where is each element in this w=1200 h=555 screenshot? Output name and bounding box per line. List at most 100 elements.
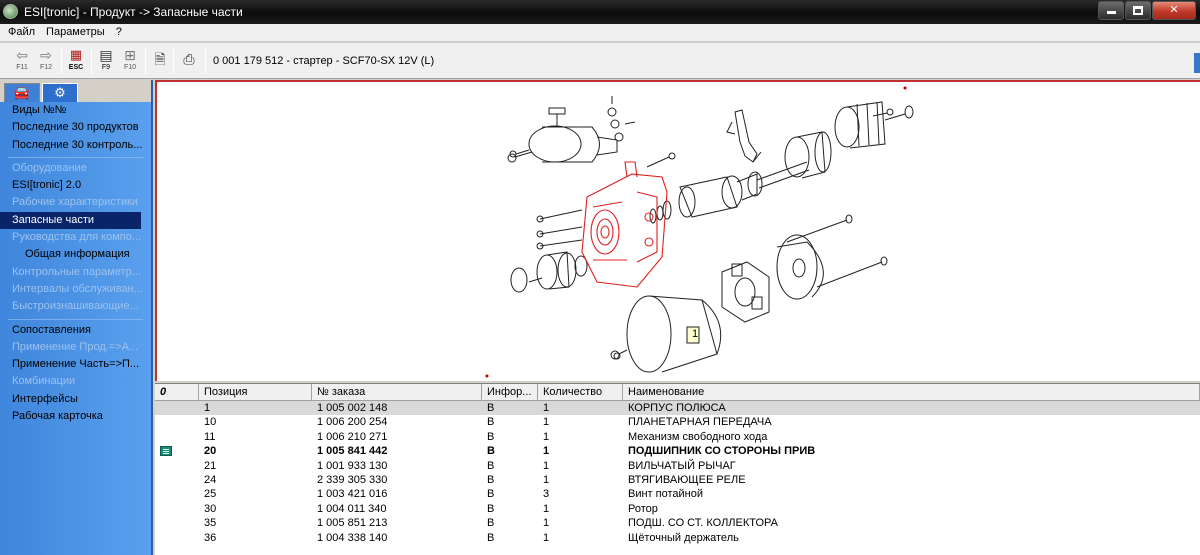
column-header-quantity[interactable]: Количество [538,384,623,400]
callout-markers [509,108,894,360]
table-row[interactable]: 1 1 005 002 148 B 1 КОРПУС ПОЛЮСА [155,401,1200,416]
window-title: ESI[tronic] - Продукт -> Запасные части [24,5,243,19]
cell-quantity: 1 [543,445,550,458]
housing-screws-part[interactable] [536,209,583,250]
marker-dot [903,86,907,90]
sidebar-item: Оборудование [12,161,87,174]
print-button[interactable]: ⎙ [177,46,201,76]
minimize-button[interactable] [1098,1,1124,20]
cell-order-number: 1 005 002 148 [317,402,388,414]
cell-position: 20 [204,445,217,458]
cell-info: B [487,402,495,414]
menu-file[interactable]: Файл [4,24,42,41]
esc-icon: ▦ [69,47,83,62]
column-header-sort[interactable]: 0 [155,384,199,400]
sidebar-item: Быстроизнашивающие... [12,300,139,313]
table-row[interactable]: 35 1 005 851 213 B 1 ПОДШ. СО СТ. КОЛЛЕКТОРА [155,516,1200,530]
brush-holder-part[interactable] [721,261,770,323]
cell-name: Механизм свободного хода [628,430,768,443]
drive-end-bearing-highlight[interactable] [581,161,668,288]
sidebar-item[interactable]: Последние 30 продуктов [0,119,151,136]
commutator-end-housing-part[interactable] [776,234,824,300]
spacer-rings-part[interactable] [649,200,672,224]
table-row[interactable]: 24 2 339 305 330 B 1 ВТЯГИВАЮЩЕЕ РЕЛЕ [155,473,1200,487]
cell-name: КОРПУС ПОЛЮСА [628,402,726,414]
cell-name: Ротор [628,502,658,515]
sidebar-item[interactable]: Интерфейсы [0,391,151,408]
fork-lever-part[interactable] [726,109,762,163]
ring-gear-part[interactable] [784,131,832,179]
tab-component[interactable]: ⚙ [42,83,78,102]
menu-help[interactable]: ? [112,24,129,41]
pole-housing-part[interactable] [610,295,722,373]
cell-order-number: 1 003 421 016 [317,488,388,501]
cell-quantity: 1 [543,502,550,515]
table-row[interactable]: 25 1 003 421 016 B 3 Винт потайной [155,487,1200,501]
parts-table: 0 Позиция № заказа Инфор... Количество Н… [155,383,1200,555]
arrow-left-icon: ⇦ [16,47,28,63]
cell-info: B [487,531,495,544]
column-header-position[interactable]: Позиция [199,384,312,400]
forward-button[interactable]: ⇨ F12 [34,46,58,76]
cell-position: 11 [204,430,216,443]
sidebar-item[interactable]: Общая информация [0,246,151,263]
cell-quantity: 1 [543,430,550,443]
arrow-right-icon: ⇨ [40,47,52,63]
back-button[interactable]: ⇦ F11 [10,46,34,76]
table-row[interactable]: 21 1 001 933 130 B 1 ВИЛЬЧАТЫЙ РЫЧАГ [155,459,1200,473]
menu-parameters[interactable]: Параметры [42,24,112,41]
cell-position: 25 [204,488,217,501]
sidebar-item[interactable]: Сопоставления [0,322,151,339]
esc-key-label: ESC [68,64,84,71]
cell-marker [155,531,199,545]
cell-name: ПОДШИПНИК СО СТОРОНЫ ПРИВ [628,445,816,458]
document-icon: 🗎 [154,51,166,67]
sidebar-item: Контрольные параметр... [12,265,141,278]
solenoid-part[interactable] [507,107,618,163]
tab-vehicle[interactable]: 🚘 [4,83,40,102]
f9-button[interactable]: ▤ F9 [94,46,118,76]
cell-marker [155,516,199,530]
close-button[interactable]: ✕ [1152,1,1196,20]
toolbar-separator [61,48,62,74]
sidebar-item[interactable]: Виды №№ [0,102,151,119]
esc-button[interactable]: ▦ ESC [64,46,88,76]
maximize-button[interactable] [1125,1,1151,20]
f10-button[interactable]: ⊞ F10 [118,46,142,76]
pinion-part[interactable] [510,251,588,293]
table-row[interactable]: 11 1 006 210 271 B 1 Механизм свободного ход… [155,430,1200,444]
document-button[interactable]: 🗎 [148,46,172,76]
tree-icon: ⊞ [124,47,136,63]
note-icon[interactable] [160,446,172,457]
sidebar-item: Рабочие характеристики [12,196,138,209]
table-row[interactable]: 30 1 004 011 340 B 1 Ротор [155,502,1200,516]
table-body: 1 1 005 002 148 B 1 КОРПУС ПОЛЮСА 10 1 006 200… [155,401,1200,545]
sidebar-item[interactable]: Запасные части [0,211,141,230]
cell-marker [155,444,199,458]
column-header-info[interactable]: Инфор... [482,384,538,400]
table-row[interactable]: 10 1 006 200 254 B 1 ПЛАНЕТАРНАЯ ПЕРЕДАЧА [155,415,1200,429]
product-description: 0 001 179 512 - стартер - SCF70-SX 12V (… [213,55,435,67]
terminal-screws-part[interactable] [607,96,636,142]
close-icon: ✕ [1169,4,1179,16]
column-header-name[interactable]: Наименование [623,384,1200,400]
sidebar-item[interactable]: Применение Часть=>П... [0,356,151,373]
cell-quantity: 1 [543,402,550,414]
cell-info: B [487,459,495,472]
cell-order-number: 1 001 933 130 [317,459,388,472]
sidebar-item[interactable]: Рабочая карточка [0,408,151,425]
table-row[interactable]: 20 1 005 841 442 B 1 ПОДШИПНИК СО СТОРОНЫ ПР… [155,444,1200,458]
planetary-gear-part[interactable] [678,161,810,218]
cell-name: Винт потайной [628,488,703,501]
f9-key-label: F9 [101,64,111,71]
sidebar-item[interactable]: ESI[tronic] 2.0 [0,177,151,194]
rotor-part[interactable] [834,101,914,149]
starter-exploded-diagram [485,86,914,378]
table-row[interactable]: 36 1 004 338 140 B 1 Щёточный держатель [155,531,1200,545]
cell-name: ПЛАНЕТАРНАЯ ПЕРЕДАЧА [628,416,772,429]
column-header-order-number[interactable]: № заказа [312,384,482,400]
cell-info: B [487,502,495,515]
sidebar-item[interactable]: Последние 30 контроль... [0,137,151,154]
cell-name: ПОДШ. СО СТ. КОЛЛЕКТОРА [628,517,778,530]
printer-icon: ⎙ [183,51,195,67]
